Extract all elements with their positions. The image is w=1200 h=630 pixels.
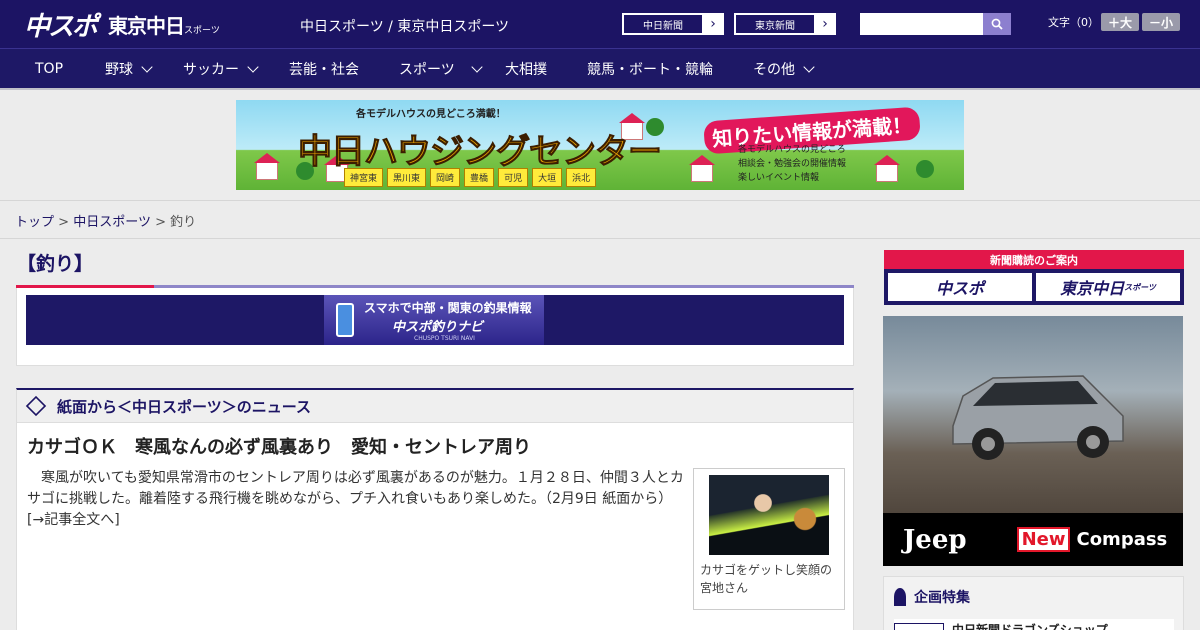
town-tag: 大垣 — [532, 168, 563, 187]
article-summary: 寒風が吹いても愛知県常滑市のセントレア周りは必ず風裏があるのが魅力。１月２８日、… — [27, 468, 687, 531]
house-illustration — [689, 155, 715, 182]
town-tag: 可児 — [498, 168, 529, 187]
promo-line2: 中スポ釣りナビ — [392, 319, 484, 335]
subscribe-chuspo-button[interactable]: 中スポ — [888, 273, 1032, 301]
logo-tokyo-chunichi: 東京中日スポーツ — [108, 13, 220, 38]
subscription-label: 新聞購読のご案内 — [990, 253, 1078, 267]
ad-new-badge: New — [1016, 527, 1071, 552]
fishing-navi-banner[interactable]: スマホで中部・関東の釣果情報 中スポ釣りナビ CHUSPO TSURI NAVI — [324, 295, 544, 345]
read-more-link[interactable]: [→記事全文へ] — [27, 512, 120, 528]
search-icon — [991, 18, 1003, 30]
banner-feature: 楽しいイベント情報 — [738, 173, 820, 183]
chevron-right-icon: › — [703, 14, 723, 34]
ad-brand: Jeep — [903, 524, 967, 555]
article-body: 寒風が吹いても愛知県常滑市のセントレア周りは必ず風裏があるのが魅力。１月２８日、… — [27, 470, 684, 507]
photo-caption: カサゴをゲットし笑顔の宮地さん — [700, 563, 833, 595]
town-tag: 岡崎 — [430, 168, 461, 187]
link-label: 中日新聞 — [623, 14, 703, 34]
banner-feature: 相談会・勉強会の開催情報 — [738, 159, 847, 169]
medal-icon — [894, 588, 906, 606]
breadcrumb-current: 釣り — [170, 215, 197, 230]
nav-entertainment[interactable]: 芸能・社会 — [289, 49, 359, 89]
nav-racing[interactable]: 競馬・ボート・競輪 — [587, 49, 713, 89]
chevron-down-icon — [471, 61, 483, 73]
housing-center-banner[interactable]: 各モデルハウスの見どころ満載！ 中日ハウジングセンター 知りたい情報が満載！ 各… — [236, 100, 964, 190]
feature-thumbnail — [894, 623, 944, 630]
breadcrumb-home[interactable]: トップ — [15, 215, 54, 230]
nav-sports[interactable]: スポーツ — [399, 49, 483, 89]
site-search — [860, 13, 1011, 35]
breadcrumb-separator: > — [155, 215, 166, 230]
chunichi-shimbun-link[interactable]: 中日新聞 › — [622, 13, 724, 35]
town-tag: 浜北 — [566, 168, 597, 187]
link-label: 東京新聞 — [735, 14, 815, 34]
chevron-right-icon: › — [815, 14, 835, 34]
banner-title: 中日ハウジングセンター — [298, 132, 663, 173]
news-section: 紙面から＜中日スポーツ＞のニュース カサゴＯＫ 寒風なんの必ず風裏あり 愛知・セ… — [16, 388, 854, 630]
article-photo-image — [709, 475, 829, 555]
top-header: 中スポ 東京中日スポーツ 中日スポーツ / 東京中日スポーツ 中日新聞 › 東京… — [0, 0, 1200, 48]
nav-top[interactable]: TOP — [35, 49, 63, 89]
site-tagline: 中日スポーツ / 東京中日スポーツ — [300, 19, 510, 35]
promo-line3: CHUSPO TSURI NAVI — [414, 334, 475, 342]
nav-soccer[interactable]: サッカー — [183, 49, 259, 89]
subscription-box: 新聞購読のご案内 中スポ 東京中日 スポーツ — [884, 250, 1184, 305]
tokyo-shimbun-link[interactable]: 東京新聞 › — [734, 13, 836, 35]
banner-feature: 各モデルハウスの見どころ — [738, 145, 846, 155]
font-larger-button[interactable]: ＋大 — [1101, 13, 1139, 31]
breadcrumb: トップ > 中日スポーツ > 釣り — [15, 211, 196, 230]
font-smaller-button[interactable]: －小 — [1142, 13, 1180, 31]
page-title: 【釣り】 — [17, 253, 94, 275]
feature-title: 企画特集 — [914, 590, 970, 606]
breadcrumb-bar: トップ > 中日スポーツ > 釣り — [0, 200, 1200, 239]
feature-box: 企画特集 中日新聞ドラゴンズショップ — [883, 576, 1184, 630]
breadcrumb-separator: > — [58, 215, 70, 230]
search-button[interactable] — [983, 13, 1011, 35]
search-input[interactable] — [860, 13, 983, 35]
town-tag: 豊橋 — [464, 168, 495, 187]
house-illustration — [874, 155, 900, 182]
site-logo[interactable]: 中スポ 東京中日スポーツ — [24, 8, 220, 42]
article-photo[interactable]: カサゴをゲットし笑顔の宮地さん — [693, 468, 845, 610]
news-section-header: 紙面から＜中日スポーツ＞のニュース — [17, 390, 853, 423]
font-size-label: 文字（0） — [1048, 16, 1099, 29]
chevron-down-icon — [247, 61, 259, 73]
nav-other[interactable]: その他 — [753, 49, 815, 89]
ad-model: Compass — [1076, 529, 1168, 550]
breadcrumb-chuspo[interactable]: 中日スポーツ — [73, 215, 151, 230]
ad-bottom-bar: Jeep New Compass — [883, 513, 1183, 566]
banner-town-list: 神宮東 黒川東 岡崎 豊橋 可児 大垣 浜北 — [344, 168, 597, 187]
main-nav: TOP 野球 サッカー 芸能・社会 スポーツ 大相撲 競馬・ボート・競輪 その他 — [0, 48, 1200, 90]
jeep-advertisement[interactable]: Jeep New Compass — [883, 316, 1183, 566]
house-illustration — [254, 153, 280, 180]
feature-item-label: 中日新聞ドラゴンズショップ — [952, 623, 1108, 630]
smartphone-icon — [336, 303, 354, 337]
tree-illustration — [916, 160, 934, 178]
subscribe-tokyo-chunichi-button[interactable]: 東京中日 スポーツ — [1036, 273, 1180, 301]
chevron-down-icon — [141, 61, 153, 73]
banner-subtitle: 各モデルハウスの見どころ満載！ — [356, 109, 506, 120]
fishing-navi-promo: スマホで中部・関東の釣果情報 中スポ釣りナビ CHUSPO TSURI NAVI — [16, 288, 854, 366]
news-section-title: 紙面から＜中日スポーツ＞のニュース — [57, 397, 311, 416]
newspaper-icon — [25, 395, 47, 417]
town-tag: 神宮東 — [344, 168, 384, 187]
feature-item[interactable]: 中日新聞ドラゴンズショップ — [894, 619, 1174, 630]
chevron-down-icon — [803, 61, 815, 73]
article-headline[interactable]: カサゴＯＫ 寒風なんの必ず風裏あり 愛知・セントレア周り — [27, 433, 531, 459]
nav-baseball[interactable]: 野球 — [105, 49, 153, 89]
town-tag: 黒川東 — [387, 168, 427, 187]
car-image — [952, 375, 1124, 460]
promo-line1: スマホで中部・関東の釣果情報 — [364, 300, 532, 315]
logo-chuspo: 中スポ — [24, 11, 98, 42]
nav-sumo[interactable]: 大相撲 — [505, 49, 547, 89]
